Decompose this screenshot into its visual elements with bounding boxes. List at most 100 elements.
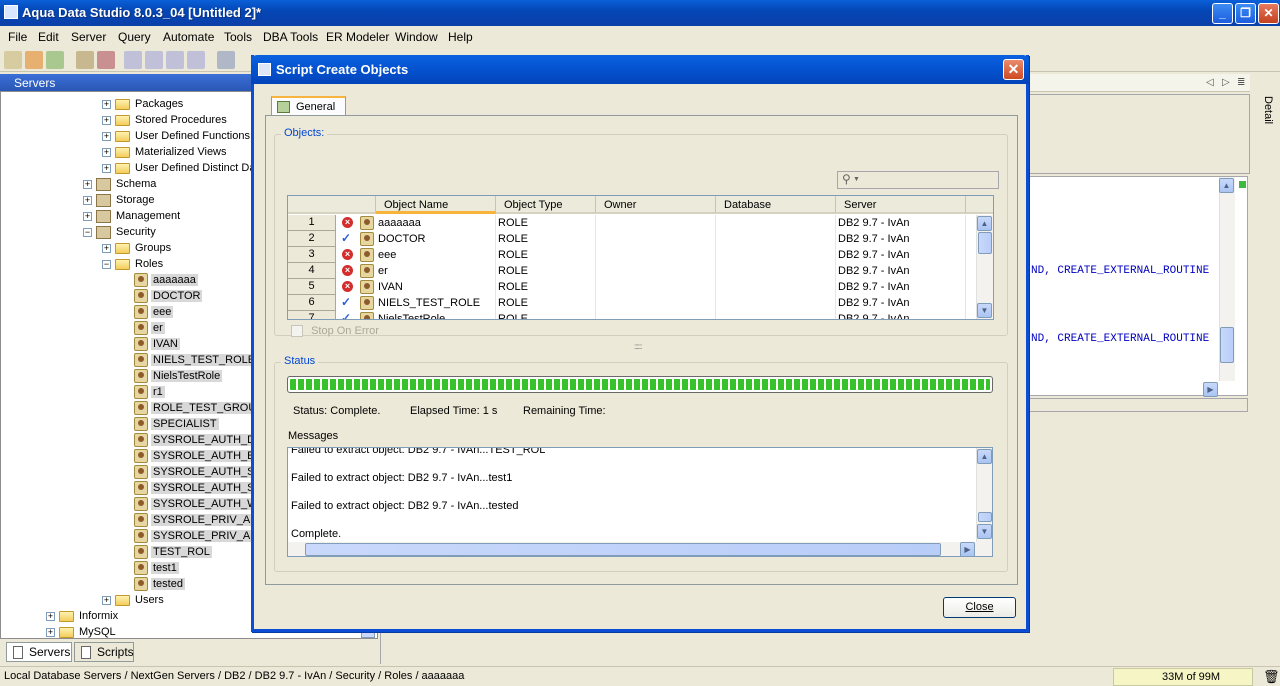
expand-toggle-icon[interactable]: − [83,227,92,237]
editor-scroll-up-icon[interactable]: ▲ [1219,178,1234,193]
tree-role-item[interactable]: SPECIALIST [121,416,219,432]
tree-node[interactable]: + Packages [102,96,185,112]
messages-scroll-right-icon[interactable]: ▶ [960,542,975,556]
expand-toggle-icon[interactable]: + [102,115,111,125]
table-row[interactable]: 6 ✓ NIELS_TEST_ROLE ROLE DB2 9.7 - IvAn [288,295,978,311]
tree-role-item[interactable]: eee [121,304,174,320]
expand-toggle-icon[interactable]: + [102,99,111,109]
tree-role-item[interactable]: SYSROLE_AUTH_SE [121,464,264,480]
tab-servers[interactable]: Servers [6,642,72,662]
tree-node[interactable]: + Groups [102,240,173,256]
expand-toggle-icon[interactable]: + [102,131,111,141]
object-search-input[interactable]: ⚲ ▼ [837,171,999,189]
menu-dba-tools[interactable]: DBA Tools [263,30,318,44]
messages-scroll-up-icon[interactable]: ▲ [977,449,992,464]
column-header-server[interactable]: Server [836,196,966,214]
menu-automate[interactable]: Automate [163,30,214,44]
menu-er-modeler[interactable]: ER Modeler [326,30,389,44]
tree-node[interactable]: + MySQL [46,624,118,638]
messages-vscroll-thumb[interactable] [978,512,992,522]
tree-node[interactable]: + Schema [83,176,158,192]
expand-toggle-icon[interactable]: + [46,627,55,637]
tree-node[interactable]: + Management [83,208,182,224]
tree-role-item[interactable]: DOCTOR [121,288,203,304]
expand-toggle-icon[interactable]: − [102,259,111,269]
splitter-grip[interactable]: :::::: [634,342,642,351]
query-window3-icon[interactable] [166,51,184,69]
tree-role-item[interactable]: test1 [121,560,179,576]
query-window2-icon[interactable] [145,51,163,69]
grid-scroll-down-icon[interactable]: ▼ [977,303,992,318]
grid-vscroll-thumb[interactable] [978,232,992,254]
tree-role-item[interactable]: SYSROLE_AUTH_DB [121,432,265,448]
dialog-close-icon[interactable]: ✕ [1003,59,1024,80]
edit-server-icon[interactable] [25,51,43,69]
tree-role-item[interactable]: SYSROLE_AUTH_WL [121,496,266,512]
connect-icon[interactable] [46,51,64,69]
query-window4-icon[interactable] [187,51,205,69]
column-header-database[interactable]: Database [716,196,836,214]
tree-role-item[interactable]: SYSROLE_AUTH_SC [121,480,265,496]
table-row[interactable]: 2 ✓ DOCTOR ROLE DB2 9.7 - IvAn [288,231,978,247]
tree-role-item[interactable]: NielsTestRole [121,368,223,384]
tree-role-item[interactable]: ROLE_TEST_GROUP [121,400,266,416]
list-icon[interactable]: ≣ [1237,77,1245,88]
column-header-object-type[interactable]: Object Type [496,196,596,214]
tab-scripts[interactable]: Scripts [74,642,134,662]
tree-node[interactable]: + Storage [83,192,157,208]
menu-help[interactable]: Help [448,30,473,44]
table-row[interactable]: 5 × IVAN ROLE DB2 9.7 - IvAn [288,279,978,295]
expand-toggle-icon[interactable]: + [102,147,111,157]
messages-hscroll-thumb[interactable] [305,543,941,556]
tree-node[interactable]: − Security [83,224,158,240]
tree-role-item[interactable]: tested [121,576,185,592]
stop-on-error-checkbox[interactable]: Stop On Error [291,325,379,338]
detail-tab[interactable]: Detail [1258,92,1278,152]
menu-edit[interactable]: Edit [38,30,59,44]
tree-role-item[interactable]: er [121,320,165,336]
expand-toggle-icon[interactable]: + [83,179,92,189]
options-icon[interactable] [217,51,235,69]
table-row[interactable]: 7 ✓ NielsTestRole ROLE DB2 9.7 - IvAn [288,311,978,319]
tree-role-item[interactable]: SYSROLE_PRIV_AU [121,528,261,544]
tree-node[interactable]: − Roles [102,256,165,272]
table-row[interactable]: 3 × eee ROLE DB2 9.7 - IvAn [288,247,978,263]
expand-toggle-icon[interactable]: + [83,211,92,221]
messages-box[interactable]: Failed to extract object: DB2 9.7 - IvAn… [287,447,993,557]
tree-role-item[interactable]: aaaaaaa [121,272,198,288]
minimize-button[interactable]: _ [1212,3,1233,24]
editor-scroll-right-icon[interactable]: ▶ [1203,382,1218,397]
table-row[interactable]: 1 × aaaaaaa ROLE DB2 9.7 - IvAn [288,215,978,231]
tree-role-item[interactable]: SYSROLE_AUTH_EX [121,448,264,464]
sql-editor[interactable]: ND, CREATE_EXTERNAL_ROUTINE ND, CREATE_E… [1018,176,1248,397]
disconnect-icon[interactable] [97,51,115,69]
expand-toggle-icon[interactable]: + [46,611,55,621]
menu-window[interactable]: Window [395,30,438,44]
menu-query[interactable]: Query [118,30,151,44]
tree-node[interactable]: + Materialized Views [102,144,229,160]
refresh-icon[interactable] [76,51,94,69]
expand-toggle-icon[interactable]: + [102,243,111,253]
close-button[interactable]: Close [943,597,1016,618]
menu-tools[interactable]: Tools [224,30,252,44]
nav-left-icon[interactable]: ◁ [1206,77,1214,88]
tree-role-item[interactable]: IVAN [121,336,180,352]
table-row[interactable]: 4 × er ROLE DB2 9.7 - IvAn [288,263,978,279]
menu-server[interactable]: Server [71,30,106,44]
close-window-button[interactable]: ✕ [1258,3,1279,24]
tree-role-item[interactable]: SYSROLE_PRIV_AU [121,512,261,528]
messages-scroll-down-icon[interactable]: ▼ [977,524,992,539]
tree-node[interactable]: + Informix [46,608,120,624]
tree-node[interactable]: + User Defined Functions [102,128,252,144]
column-header-owner[interactable]: Owner [596,196,716,214]
tree-node[interactable]: + User Defined Distinct Da [102,160,257,176]
nav-right-icon[interactable]: ▷ [1222,77,1230,88]
expand-toggle-icon[interactable]: + [102,163,111,173]
tab-general[interactable]: General [271,96,346,116]
menu-file[interactable]: File [8,30,27,44]
tree-node[interactable]: + Stored Procedures [102,112,229,128]
expand-toggle-icon[interactable]: + [83,195,92,205]
new-server-icon[interactable] [4,51,22,69]
query-window-icon[interactable] [124,51,142,69]
expand-toggle-icon[interactable]: + [102,595,111,605]
